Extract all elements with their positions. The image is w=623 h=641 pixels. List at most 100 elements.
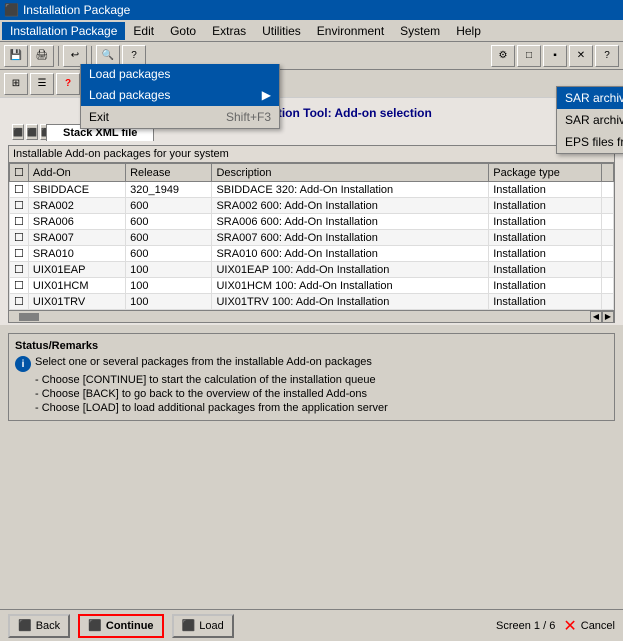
separator2: [91, 46, 92, 66]
toolbar2-list[interactable]: ☰: [30, 73, 54, 95]
load-packages-item[interactable]: Load packages ▶: [81, 84, 279, 106]
menu-utilities[interactable]: Utilities: [254, 22, 309, 40]
table-row[interactable]: ☐ SBIDDACE 320_1949 SBIDDACE 320: Add-On…: [10, 182, 614, 198]
status-bullet-3: - Choose [LOAD] to load additional packa…: [35, 402, 608, 414]
back-icon: ⬛: [18, 619, 32, 632]
table-row[interactable]: ☐ SRA006 600 SRA006 600: Add-On Installa…: [10, 214, 614, 230]
table-row[interactable]: ☐ SRA007 600 SRA007 600: Add-On Installa…: [10, 230, 614, 246]
table-row[interactable]: ☐ SRA002 600 SRA002 600: Add-On Installa…: [10, 198, 614, 214]
tab-btn2[interactable]: ⬛: [26, 124, 38, 140]
table-row[interactable]: ☐ UIX01EAP 100 UIX01EAP 100: Add-On Inst…: [10, 262, 614, 278]
row-checkbox[interactable]: ☐: [10, 230, 29, 246]
row-release: 100: [126, 278, 212, 294]
row-addon: UIX01HCM: [28, 278, 125, 294]
row-extra: [602, 214, 614, 230]
table-row[interactable]: ☐ SRA010 600 SRA010 600: Add-On Installa…: [10, 246, 614, 262]
menu-installation-package[interactable]: Installation Package: [2, 22, 125, 40]
row-checkbox[interactable]: ☐: [10, 294, 29, 310]
col-release: Release: [126, 164, 212, 182]
row-description: SBIDDACE 320: Add-On Installation: [212, 182, 489, 198]
tab-btn1[interactable]: ⬛: [12, 124, 24, 140]
status-panel: Status/Remarks i Select one or several p…: [8, 333, 615, 421]
load-icon: ⬛: [182, 619, 196, 632]
menu-goto[interactable]: Goto: [162, 22, 204, 40]
row-extra: [602, 278, 614, 294]
row-description: SRA006 600: Add-On Installation: [212, 214, 489, 230]
row-checkbox[interactable]: ☐: [10, 278, 29, 294]
row-addon: UIX01EAP: [28, 262, 125, 278]
sar-archives-frontend[interactable]: SAR archives from Front End: [557, 87, 623, 109]
row-description: SRA007 600: Add-On Installation: [212, 230, 489, 246]
info-icon: i: [15, 356, 31, 372]
main-area: Add-on Installation Tool: Add-on selecti…: [0, 98, 623, 325]
row-pkgtype: Installation: [489, 294, 602, 310]
row-checkbox[interactable]: ☐: [10, 246, 29, 262]
row-addon: SRA007: [28, 230, 125, 246]
row-description: SRA002 600: Add-On Installation: [212, 198, 489, 214]
toolbar-print[interactable]: 🖨: [30, 45, 54, 67]
row-pkgtype: Installation: [489, 182, 602, 198]
menu-edit[interactable]: Edit: [125, 22, 162, 40]
back-button[interactable]: ⬛ Back: [8, 614, 70, 638]
load-packages-header: Load packages: [81, 64, 279, 84]
col-check: ☐: [10, 164, 29, 182]
load-button[interactable]: ⬛ Load: [172, 614, 234, 638]
status-bullet-1: - Choose [CONTINUE] to start the calcula…: [35, 374, 608, 386]
col-addon: Add-On: [28, 164, 125, 182]
col-extra: [602, 164, 614, 182]
row-release: 100: [126, 262, 212, 278]
row-checkbox[interactable]: ☐: [10, 198, 29, 214]
row-pkgtype: Installation: [489, 262, 602, 278]
menu-environment[interactable]: Environment: [309, 22, 392, 40]
row-checkbox[interactable]: ☐: [10, 182, 29, 198]
status-info-text: Select one or several packages from the …: [35, 356, 372, 368]
scroll-left[interactable]: ◀: [590, 311, 602, 323]
menu-extras[interactable]: Extras: [204, 22, 254, 40]
bottom-bar: ⬛ Back ⬛ Continue ⬛ Load Screen 1 / 6 ✕ …: [0, 609, 623, 641]
toolbar-question[interactable]: ?: [595, 45, 619, 67]
continue-button[interactable]: ⬛ Continue: [78, 614, 163, 638]
toolbar-close[interactable]: ✕: [569, 45, 593, 67]
row-pkgtype: Installation: [489, 214, 602, 230]
exit-item[interactable]: Exit Shift+F3: [81, 106, 279, 128]
row-release: 600: [126, 198, 212, 214]
menu-bar: Installation Package Edit Goto Extras Ut…: [0, 20, 623, 42]
load-packages-menu: Load packages Load packages ▶ Exit Shift…: [80, 64, 280, 129]
separator1: [58, 46, 59, 66]
table-row[interactable]: ☐ UIX01HCM 100 UIX01HCM 100: Add-On Inst…: [10, 278, 614, 294]
row-checkbox[interactable]: ☐: [10, 214, 29, 230]
table-header-row: Installable Add-on packages for your sys…: [9, 146, 614, 163]
row-description: UIX01TRV 100: Add-On Installation: [212, 294, 489, 310]
row-addon: UIX01TRV: [28, 294, 125, 310]
row-extra: [602, 246, 614, 262]
cancel-button[interactable]: ✕ Cancel: [563, 616, 615, 636]
row-extra: [602, 262, 614, 278]
row-checkbox[interactable]: ☐: [10, 262, 29, 278]
row-extra: [602, 230, 614, 246]
toolbar-settings[interactable]: ⚙: [491, 45, 515, 67]
toolbar2-grid[interactable]: ⊞: [4, 73, 28, 95]
cancel-icon: ✕: [563, 616, 576, 636]
toolbar-save[interactable]: 💾: [4, 45, 28, 67]
row-description: UIX01EAP 100: Add-On Installation: [212, 262, 489, 278]
toolbar-layout[interactable]: □: [517, 45, 541, 67]
status-area: Status/Remarks i Select one or several p…: [0, 325, 623, 429]
sar-archives-appserver[interactable]: SAR archives from application server: [557, 109, 623, 131]
row-release: 600: [126, 230, 212, 246]
scrollbar-h-thumb[interactable]: [19, 313, 39, 321]
eps-files-appserver[interactable]: EPS files from application server: [557, 131, 623, 153]
scrollbar-horizontal[interactable]: ◀ ▶: [9, 310, 614, 322]
scroll-right[interactable]: ▶: [602, 311, 614, 323]
row-description: UIX01HCM 100: Add-On Installation: [212, 278, 489, 294]
toolbar-window[interactable]: ▪: [543, 45, 567, 67]
col-pkgtype: Package type: [489, 164, 602, 182]
row-description: SRA010 600: Add-On Installation: [212, 246, 489, 262]
status-main-row: i Select one or several packages from th…: [15, 356, 608, 372]
table-row[interactable]: ☐ UIX01TRV 100 UIX01TRV 100: Add-On Inst…: [10, 294, 614, 310]
toolbar2-question-red[interactable]: ?: [56, 73, 80, 95]
table-container: Installable Add-on packages for your sys…: [8, 145, 615, 323]
row-extra: [602, 294, 614, 310]
row-addon: SRA002: [28, 198, 125, 214]
menu-help[interactable]: Help: [448, 22, 489, 40]
menu-system[interactable]: System: [392, 22, 448, 40]
